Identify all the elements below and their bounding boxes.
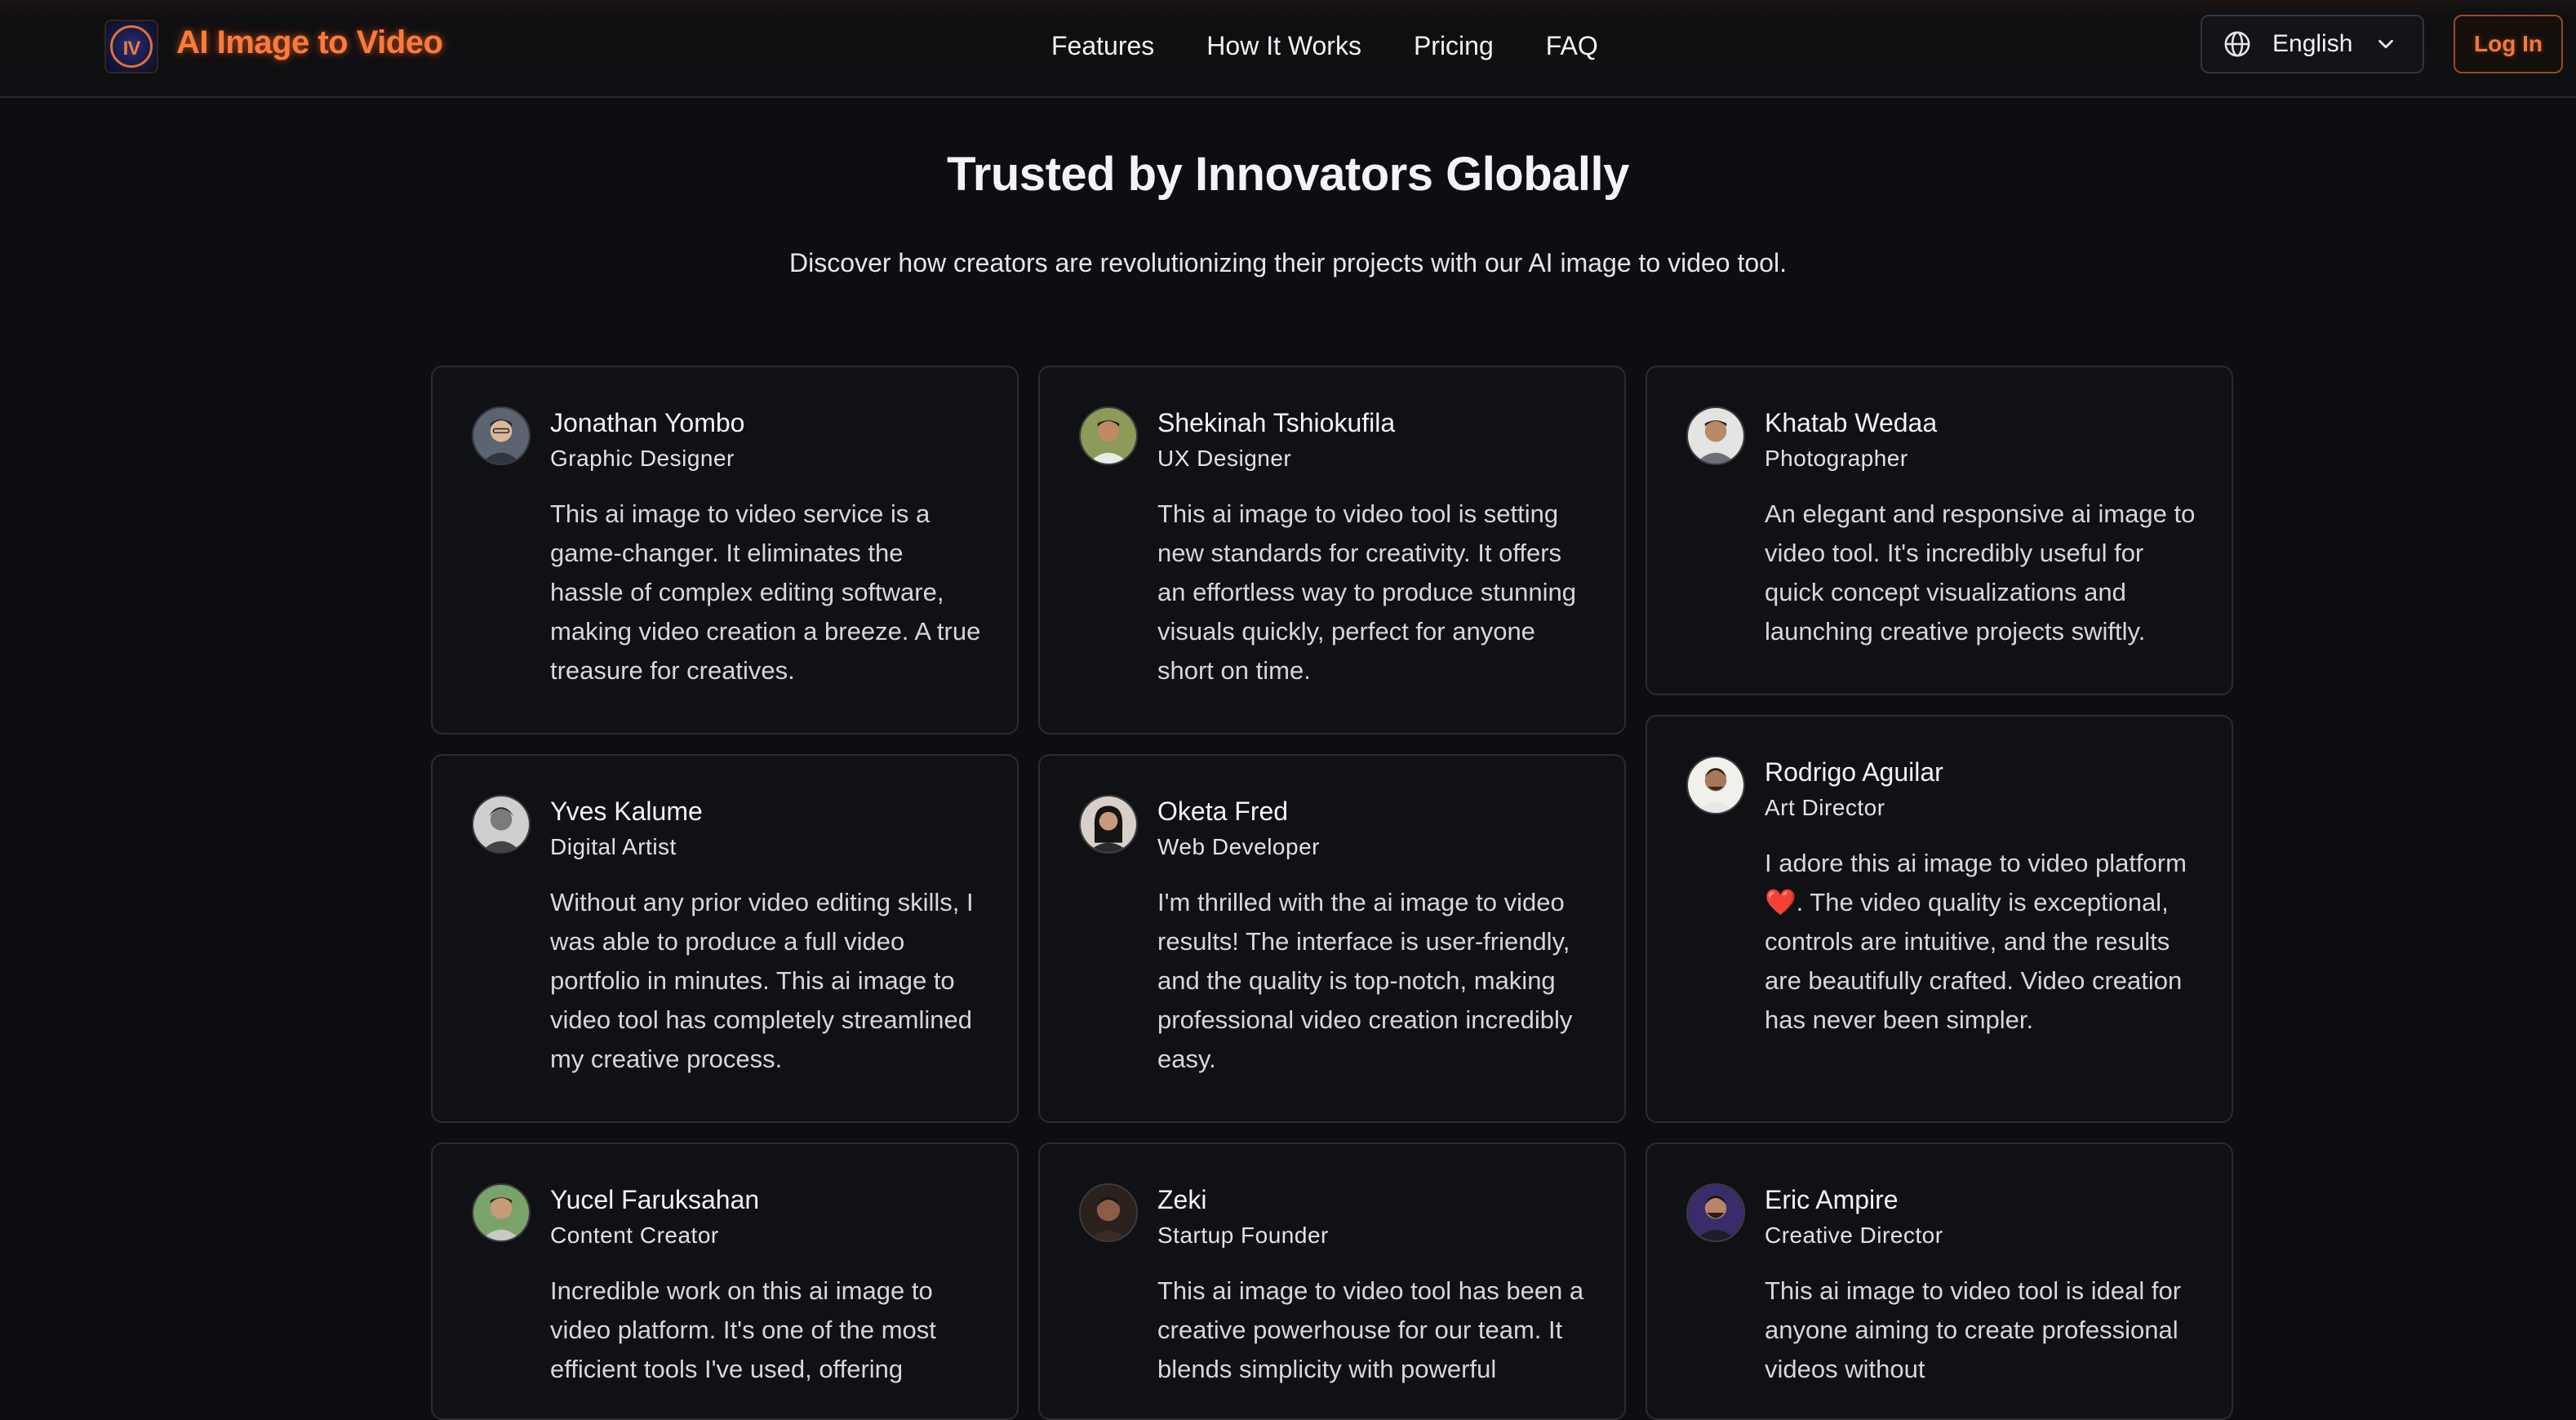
testimonial-role: Web Developer xyxy=(1157,834,1320,859)
testimonial-quote: I'm thrilled with the ai image to video … xyxy=(1157,888,1573,1073)
testimonial-quote: This ai image to video tool has been a c… xyxy=(1157,1276,1584,1383)
testimonial-quote: This ai image to video tool is setting n… xyxy=(1157,499,1576,685)
testimonial-card: Yucel Faruksahan Content Creator Incredi… xyxy=(431,1143,1019,1420)
testimonial-name: Shekinah Tshiokufila xyxy=(1157,408,1396,437)
site-header: IV AI Image to Video Features How It Wor… xyxy=(0,0,2576,98)
nav-pricing[interactable]: Pricing xyxy=(1414,28,1494,64)
testimonial-quote: An elegant and responsive ai image to vi… xyxy=(1765,499,2196,646)
testimonial-name: Rodrigo Aguilar xyxy=(1765,757,1943,787)
testimonial-card: Zeki Startup Founder This ai image to vi… xyxy=(1038,1143,1626,1420)
testimonial-card: Khatab Wedaa Photographer An elegant and… xyxy=(1646,366,2233,695)
avatar xyxy=(472,406,531,465)
testimonial-role: Startup Founder xyxy=(1157,1223,1329,1248)
brand-logo[interactable]: IV xyxy=(104,20,158,73)
chevron-down-icon xyxy=(2378,39,2393,49)
testimonial-card: Eric Ampire Creative Director This ai im… xyxy=(1646,1143,2233,1420)
brand-name[interactable]: AI Image to Video xyxy=(176,24,443,61)
testimonial-card: Rodrigo Aguilar Art Director I adore thi… xyxy=(1646,715,2233,1123)
section-title: Trusted by Innovators Globally xyxy=(947,148,1629,201)
testimonial-name: Yucel Faruksahan xyxy=(550,1185,760,1214)
testimonial-name: Khatab Wedaa xyxy=(1765,408,1938,437)
nav-faq[interactable]: FAQ xyxy=(1546,28,1598,64)
logo-mark: IV xyxy=(110,25,153,68)
testimonial-name: Jonathan Yombo xyxy=(550,408,745,437)
testimonial-card: Shekinah Tshiokufila UX Designer This ai… xyxy=(1038,366,1626,734)
testimonial-role: Digital Artist xyxy=(550,834,677,859)
avatar xyxy=(1079,795,1138,854)
globe-icon xyxy=(2224,31,2250,57)
testimonial-card: Oketa Fred Web Developer I'm thrilled wi… xyxy=(1038,754,1626,1123)
testimonial-quote: This ai image to video service is a game… xyxy=(550,499,981,685)
testimonial-role: Photographer xyxy=(1765,446,1908,471)
language-selector[interactable]: English xyxy=(2201,15,2424,73)
avatar xyxy=(472,795,531,854)
testimonial-card: Jonathan Yombo Graphic Designer This ai … xyxy=(431,366,1019,734)
testimonial-role: UX Designer xyxy=(1157,446,1292,471)
testimonial-quote: I adore this ai image to video platform … xyxy=(1765,849,2187,1034)
testimonial-quote: Incredible work on this ai image to vide… xyxy=(550,1276,936,1383)
testimonial-name: Oketa Fred xyxy=(1157,797,1289,826)
nav-how-it-works[interactable]: How It Works xyxy=(1206,28,1361,64)
avatar xyxy=(1079,406,1138,465)
avatar xyxy=(1686,756,1745,814)
section-subtitle: Discover how creators are revolutionizin… xyxy=(789,248,1787,277)
avatar xyxy=(1079,1183,1138,1242)
avatar xyxy=(1686,406,1745,465)
testimonial-name: Zeki xyxy=(1157,1185,1207,1214)
testimonial-name: Yves Kalume xyxy=(550,797,703,826)
testimonial-quote: This ai image to video tool is ideal for… xyxy=(1765,1276,2182,1383)
main-nav: Features How It Works Pricing FAQ xyxy=(1051,28,1598,64)
testimonial-name: Eric Ampire xyxy=(1765,1185,1899,1214)
testimonial-role: Art Director xyxy=(1765,795,1885,820)
testimonial-role: Creative Director xyxy=(1765,1223,1943,1248)
nav-features[interactable]: Features xyxy=(1051,28,1154,64)
language-label: English xyxy=(2272,30,2353,57)
testimonial-quote: Without any prior video editing skills, … xyxy=(550,888,974,1073)
login-button[interactable]: Log In xyxy=(2454,15,2563,73)
testimonial-card: Yves Kalume Digital Artist Without any p… xyxy=(431,754,1019,1123)
avatar xyxy=(1686,1183,1745,1242)
avatar xyxy=(472,1183,531,1242)
testimonial-role: Content Creator xyxy=(550,1223,719,1248)
testimonial-role: Graphic Designer xyxy=(550,446,735,471)
